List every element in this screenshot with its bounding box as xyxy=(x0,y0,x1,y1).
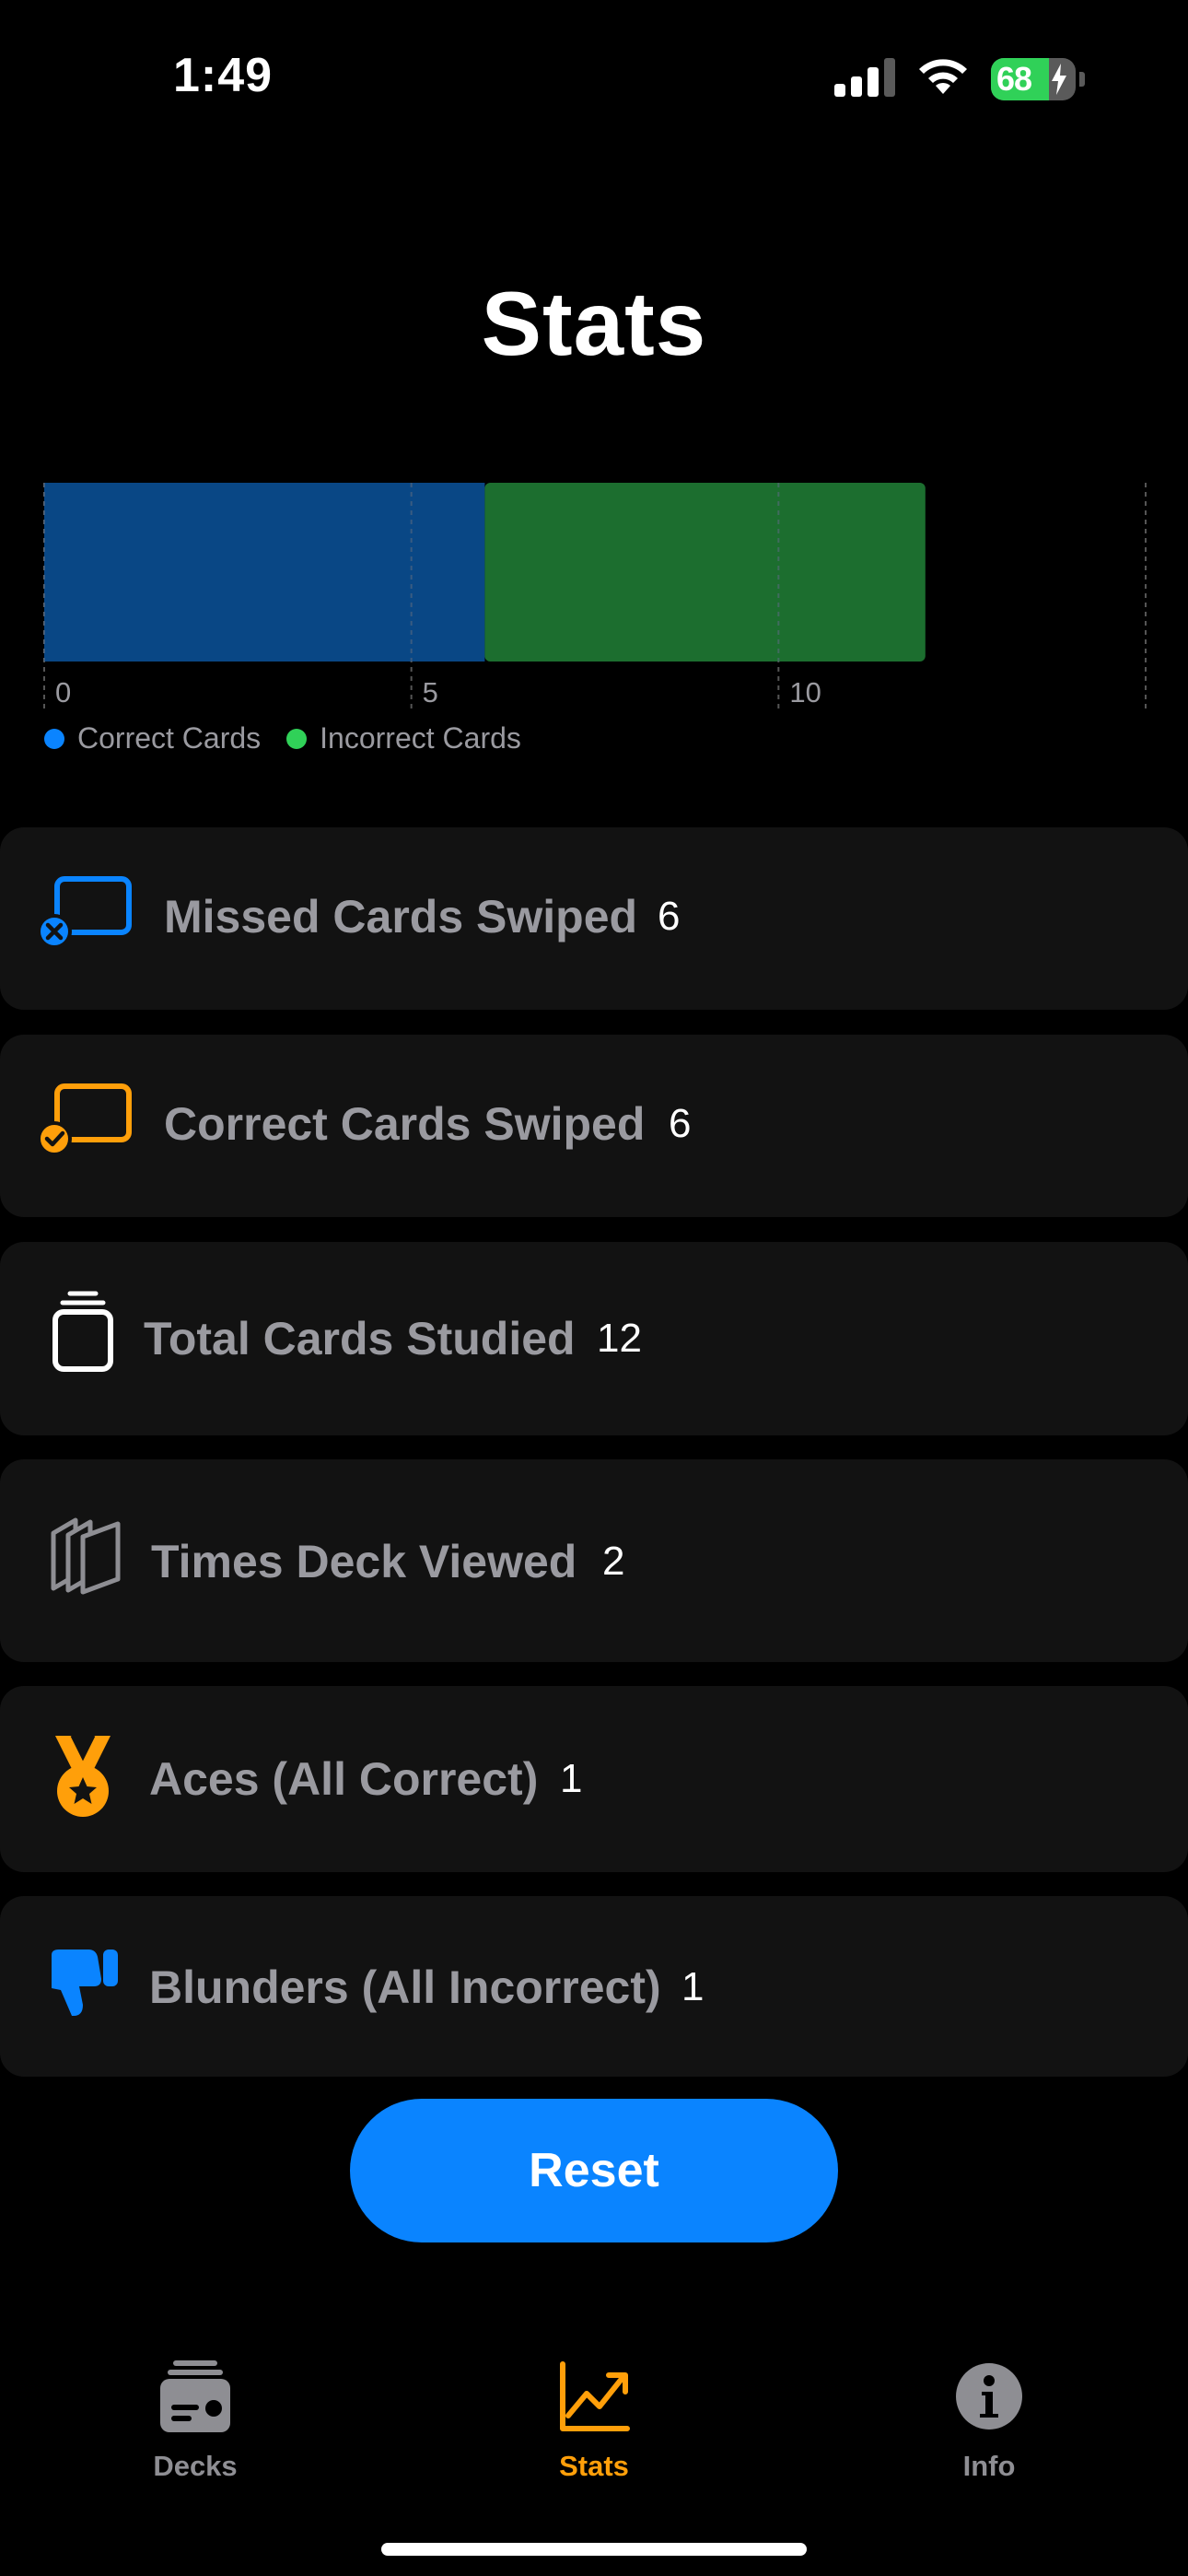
tab-label-decks: Decks xyxy=(153,2450,238,2482)
tab-stats[interactable]: Stats xyxy=(483,2359,705,2483)
decks-icon xyxy=(158,2359,232,2439)
x-tick-label: 10 xyxy=(789,676,821,708)
card-check-icon xyxy=(37,1081,134,1156)
stat-value-missed: 6 xyxy=(658,894,681,939)
tab-decks[interactable]: Decks xyxy=(85,2359,306,2483)
cellular-signal-icon xyxy=(834,57,895,101)
stat-value-aces: 1 xyxy=(560,1756,583,1801)
page-title: Stats xyxy=(481,273,707,374)
battery-level: 68 xyxy=(996,60,1032,98)
tab-info[interactable]: Info xyxy=(879,2359,1100,2483)
x-tick-label: 5 xyxy=(423,676,438,708)
stat-value-total: 12 xyxy=(597,1316,642,1361)
wifi-icon xyxy=(915,57,971,102)
reset-button[interactable]: Reset xyxy=(350,2099,838,2242)
stat-label-correct: Correct Cards Swiped xyxy=(164,1098,646,1150)
stat-value-viewed: 2 xyxy=(602,1539,625,1584)
stat-label-total: Total Cards Studied xyxy=(144,1313,576,1364)
stat-row-aces: Aces (All Correct) 1 xyxy=(0,1686,1188,1872)
tab-label-info: Info xyxy=(962,2450,1016,2482)
battery-cap xyxy=(1079,72,1085,87)
bar-correct-cards xyxy=(44,483,485,662)
stat-label-viewed: Times Deck Viewed xyxy=(151,1536,577,1587)
stacked-cards-icon xyxy=(48,1515,125,1598)
stat-value-correct: 6 xyxy=(669,1101,692,1146)
x-tick-label: 0 xyxy=(55,676,71,708)
stat-row-missed: Missed Cards Swiped 6 xyxy=(0,827,1188,1010)
legend-label-correct: Correct Cards xyxy=(77,721,262,755)
legend-label-incorrect: Incorrect Cards xyxy=(320,721,521,755)
stat-label-aces: Aces (All Correct) xyxy=(149,1753,539,1805)
legend-item-incorrect: Incorrect Cards xyxy=(286,721,521,755)
info-icon xyxy=(952,2359,1026,2439)
chart-icon xyxy=(557,2359,631,2439)
stats-bar-chart: 0 5 10 xyxy=(43,483,1147,709)
status-time: 1:49 xyxy=(173,49,274,102)
stat-label-blunders: Blunders (All Incorrect) xyxy=(149,1961,661,2013)
stat-row-blunders: Blunders (All Incorrect) 1 xyxy=(0,1896,1188,2077)
stat-value-blunders: 1 xyxy=(681,1964,705,2009)
battery-indicator: 68 xyxy=(991,58,1076,100)
stat-label-missed: Missed Cards Swiped xyxy=(164,891,638,943)
stat-row-correct: Correct Cards Swiped 6 xyxy=(0,1035,1188,1217)
legend-item-correct: Correct Cards xyxy=(44,721,261,755)
card-stack-icon xyxy=(50,1290,116,1373)
stat-row-total: Total Cards Studied 12 xyxy=(0,1242,1188,1435)
home-indicator xyxy=(381,2543,807,2556)
tab-label-stats: Stats xyxy=(559,2450,629,2482)
card-x-icon xyxy=(37,873,134,949)
stat-row-viewed: Times Deck Viewed 2 xyxy=(0,1459,1188,1662)
charging-bolt-icon xyxy=(1050,64,1068,100)
status-icons: 68 xyxy=(834,57,1085,101)
chart-legend: Correct Cards Incorrect Cards xyxy=(44,721,521,755)
bar-incorrect-cards xyxy=(484,483,926,662)
medal-icon xyxy=(48,1732,118,1824)
legend-dot-incorrect xyxy=(286,728,308,749)
legend-dot-correct xyxy=(44,728,64,749)
thumbs-down-icon xyxy=(48,1946,122,2020)
